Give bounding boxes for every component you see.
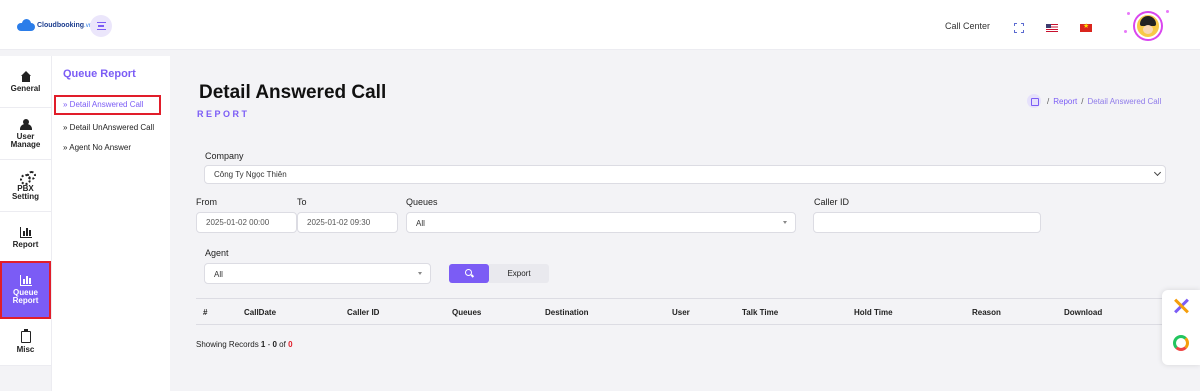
sidebar-item-label: User Manage [10, 131, 41, 149]
breadcrumb-separator: / [1081, 96, 1084, 106]
from-date-input[interactable]: 2025-01-02 00:00 [196, 212, 297, 233]
logo[interactable]: Cloudbooking.vn [17, 19, 92, 31]
breadcrumb: / Report / Detail Answered Call [1027, 94, 1161, 108]
top-bar: Cloudbooking.vn Call Center [0, 0, 1200, 50]
submenu-item-detail-unanswered-call[interactable]: » Detail UnAnswered Call [63, 123, 154, 132]
breadcrumb-separator: / [1047, 96, 1050, 106]
column-header-reason: Reason [972, 308, 1001, 317]
queues-label: Queues [406, 197, 438, 207]
gears-icon [19, 170, 36, 185]
call-center-link[interactable]: Call Center [945, 21, 990, 31]
company-select[interactable]: Công Ty Ngọc Thiên [204, 165, 1166, 184]
avatar-decoration-dot [1127, 12, 1130, 15]
cloud-logo-icon [17, 19, 35, 31]
sidebar-item-label: General [10, 83, 41, 93]
records-prefix: Showing Records [196, 340, 261, 349]
caret-down-icon [418, 272, 422, 275]
chart-icon [19, 275, 32, 286]
breadcrumb-link-report[interactable]: Report [1053, 97, 1077, 106]
icon-sidebar: General User Manage PBX Setting Report Q… [0, 56, 51, 366]
column-header-talk-time: Talk Time [742, 308, 779, 317]
column-header-user: User [672, 308, 690, 317]
submenu-item-agent-no-answer[interactable]: » Agent No Answer [63, 143, 131, 152]
sidebar-item-queue-report[interactable]: Queue Report [0, 261, 51, 319]
search-button[interactable] [449, 264, 489, 283]
avatar-decoration-dot [1124, 30, 1127, 33]
queues-select-value: All [416, 219, 425, 228]
sidebar-item-user-manage[interactable]: User Manage [0, 108, 51, 160]
column-header-number: # [203, 308, 208, 317]
sidebar-item-label: Report [12, 239, 39, 249]
column-header-destination: Destination [545, 308, 589, 317]
submenu-panel: Queue Report » Detail Answered Call » De… [51, 56, 170, 391]
records-total: 0 [288, 340, 293, 349]
to-label: To [297, 197, 307, 207]
records-summary: Showing Records 1 - 0 of 0 [196, 340, 293, 349]
sidebar-item-label: Misc [16, 344, 35, 354]
sidebar-item-report[interactable]: Report [0, 212, 51, 264]
column-header-download: Download [1064, 308, 1103, 317]
column-header-calldate: CallDate [244, 308, 277, 317]
company-select-value: Công Ty Ngọc Thiên [214, 170, 287, 179]
home-icon[interactable] [1027, 94, 1041, 108]
from-label: From [196, 197, 217, 207]
submenu-title: Queue Report [63, 68, 136, 80]
page-title: Detail Answered Call [199, 82, 387, 103]
menu-toggle-icon[interactable] [90, 15, 112, 37]
submenu-item-detail-answered-call[interactable]: » Detail Answered Call [54, 95, 161, 115]
company-label: Company [205, 151, 244, 161]
user-avatar[interactable] [1135, 13, 1161, 39]
sidebar-item-general[interactable]: General [0, 56, 51, 108]
chart-icon [19, 226, 32, 238]
caret-down-icon [783, 221, 787, 224]
sidebar-item-label: PBX Setting [11, 183, 40, 201]
column-header-hold-time: Hold Time [854, 308, 893, 317]
search-icon [465, 269, 472, 276]
export-button[interactable]: Export [489, 264, 549, 283]
flag-vn-icon[interactable] [1080, 22, 1092, 32]
sidebar-item-label: Queue Report [12, 288, 39, 305]
column-header-queues: Queues [452, 308, 482, 317]
fullscreen-icon[interactable] [1014, 23, 1024, 33]
caller-id-input[interactable] [813, 212, 1041, 233]
chevron-down-icon [1153, 168, 1162, 177]
column-header-caller-id: Caller ID [347, 308, 380, 317]
agent-select-value: All [214, 270, 223, 279]
sidebar-item-misc[interactable]: Misc [0, 319, 51, 366]
agent-select[interactable]: All [204, 263, 431, 284]
agent-label: Agent [205, 248, 229, 258]
tools-icon[interactable] [1173, 298, 1189, 314]
flag-us-icon[interactable] [1046, 24, 1058, 32]
queues-select[interactable]: All [406, 212, 796, 233]
page-subtitle: REPORT [197, 109, 250, 119]
home-icon [20, 70, 32, 82]
users-icon [19, 118, 32, 130]
breadcrumb-current: Detail Answered Call [1087, 96, 1162, 106]
table-header: # CallDate Caller ID Queues Destination … [196, 298, 1179, 325]
floating-toolbar [1162, 290, 1200, 365]
logo-name: Cloudbooking [37, 21, 85, 29]
theme-settings-icon[interactable] [1173, 335, 1189, 351]
records-of: of [276, 340, 289, 349]
avatar-decoration-dot [1166, 10, 1169, 13]
clipboard-icon [20, 328, 31, 343]
sidebar-item-pbx-setting[interactable]: PBX Setting [0, 160, 51, 212]
to-date-input[interactable]: 2025-01-02 09:30 [297, 212, 398, 233]
caller-id-label: Caller ID [814, 197, 850, 207]
